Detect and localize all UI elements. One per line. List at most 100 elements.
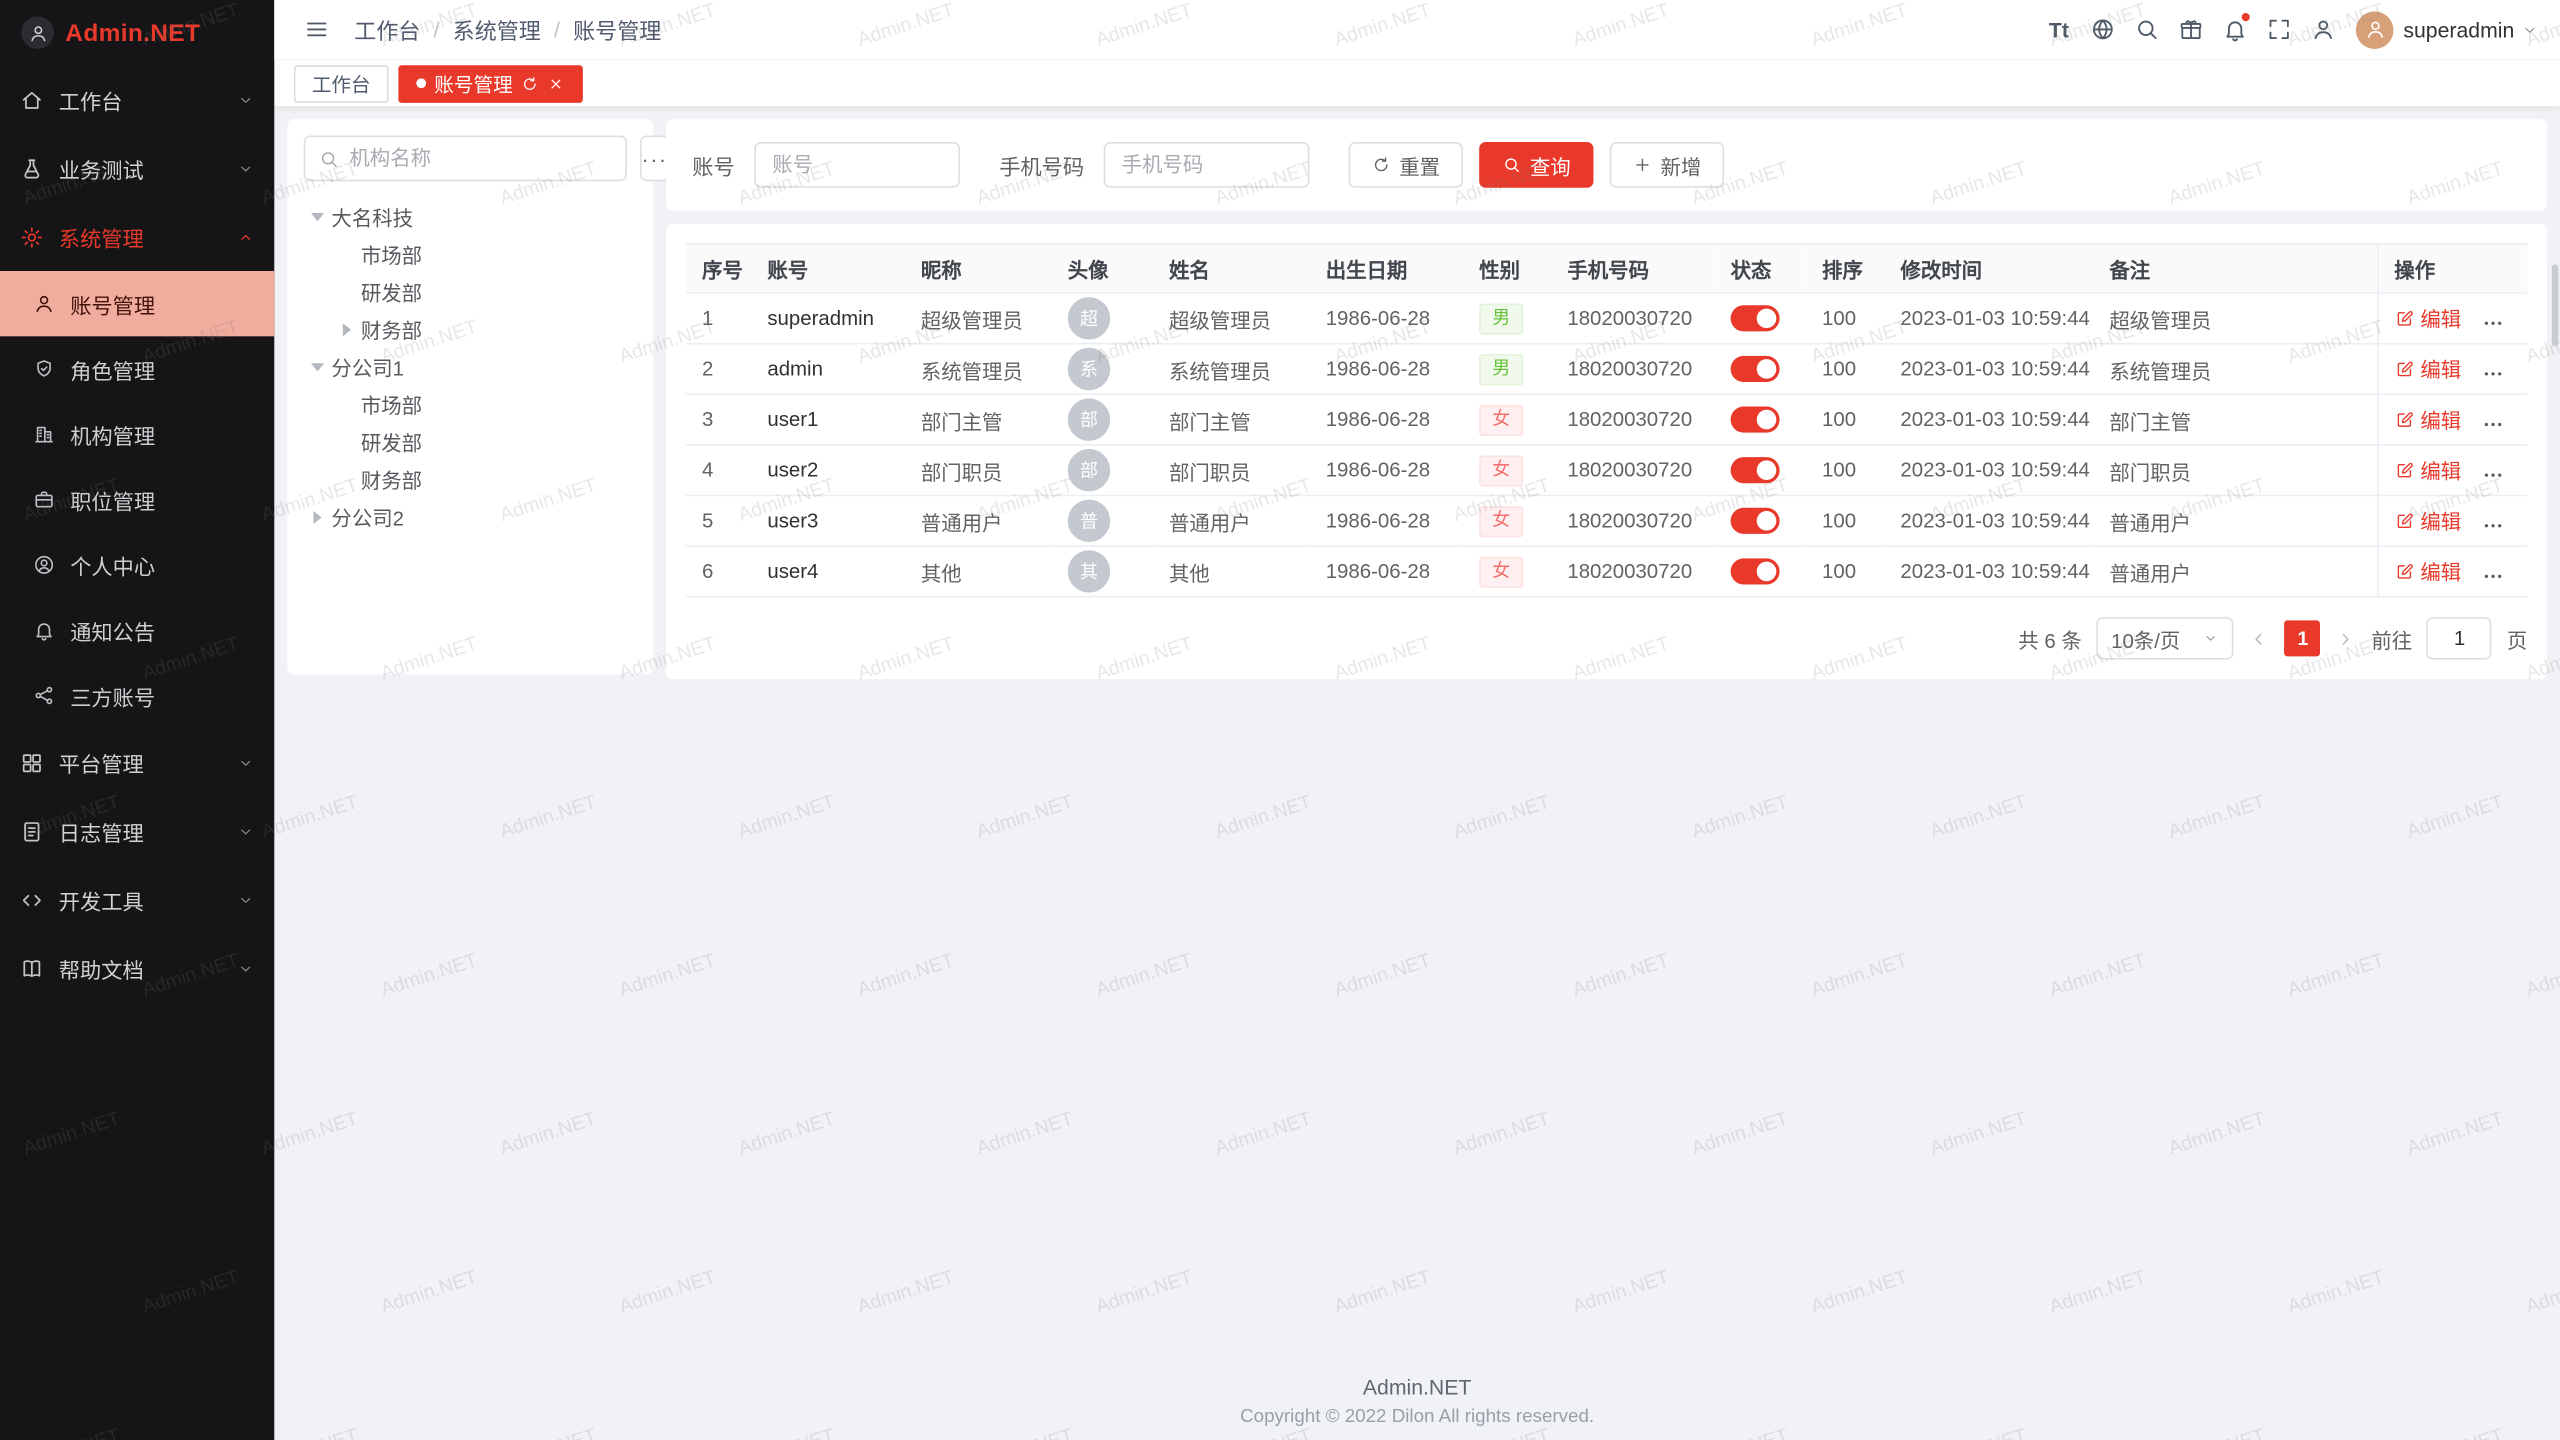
font-size-button[interactable]: Tt — [2038, 8, 2080, 50]
phone-input[interactable] — [1104, 142, 1310, 188]
goto-label: 前往 — [2371, 623, 2412, 654]
query-button[interactable]: 查询 — [1479, 142, 1593, 188]
tree-node-0[interactable]: 大名科技 — [304, 198, 637, 236]
status-toggle[interactable] — [1731, 558, 1780, 584]
edit-button[interactable]: 编辑 — [2394, 404, 2461, 435]
sidebar-subitem-role-management[interactable]: 角色管理 — [0, 336, 274, 401]
chevron-down-icon — [237, 959, 255, 977]
breadcrumb-item-workbench[interactable]: 工作台 — [354, 13, 420, 46]
chevron-down-icon — [237, 822, 255, 840]
row-more-button[interactable] — [2481, 412, 2504, 435]
edit-button[interactable]: 编辑 — [2394, 455, 2461, 486]
sidebar-item-label: 平台管理 — [59, 747, 222, 778]
tree-node-6[interactable]: 研发部 — [304, 423, 637, 461]
sidebar-item-business-test[interactable]: 业务测试 — [0, 134, 274, 203]
cell-gender: 女 — [1463, 394, 1551, 445]
search-icon-wrap — [1502, 155, 1522, 175]
tree-node-3[interactable]: 财务部 — [304, 310, 637, 348]
tree-node-1[interactable]: 市场部 — [304, 235, 637, 273]
edit-button[interactable]: 编辑 — [2394, 556, 2461, 587]
profile-button[interactable] — [2302, 8, 2344, 50]
tree-node-4[interactable]: 分公司1 — [304, 348, 637, 386]
tree-node-5[interactable]: 市场部 — [304, 385, 637, 423]
edit-button[interactable]: 编辑 — [2394, 505, 2461, 536]
notification-button[interactable] — [2214, 8, 2256, 50]
sidebar-item-system-management[interactable]: 系统管理 — [0, 202, 274, 271]
sidebar-item-label: 帮助文档 — [59, 953, 222, 984]
status-toggle[interactable] — [1731, 508, 1780, 534]
tree-node-label: 大名科技 — [331, 201, 413, 232]
row-more-button[interactable] — [2481, 362, 2504, 385]
goto-page-input[interactable] — [2427, 617, 2492, 659]
page-number-button[interactable]: 1 — [2285, 620, 2321, 656]
sidebar-item-label: 日志管理 — [59, 816, 222, 847]
sidebar-subitem-label: 账号管理 — [70, 288, 254, 319]
org-search-input[interactable] — [349, 147, 612, 170]
sidebar-subitem-position-management[interactable]: 职位管理 — [0, 467, 274, 532]
sidebar-item-platform-management[interactable]: 平台管理 — [0, 728, 274, 797]
page-size-select[interactable]: 10条/页 — [2096, 617, 2234, 659]
header-actions: Tt — [2038, 8, 2345, 50]
chevron-left-icon — [2249, 628, 2270, 649]
row-more-button[interactable] — [2481, 463, 2504, 486]
column-header-4: 姓名 — [1153, 244, 1310, 293]
tab-account-management[interactable]: 账号管理 — [398, 64, 583, 102]
org-more-button[interactable]: ··· — [640, 136, 669, 182]
font-size-icon: Tt — [2049, 17, 2069, 41]
language-button[interactable] — [2082, 8, 2124, 50]
tree-caret-icon[interactable] — [343, 322, 351, 335]
tree-node-8[interactable]: 分公司2 — [304, 498, 637, 536]
breadcrumb-item-system[interactable]: 系统管理 — [453, 13, 541, 46]
logo-text: Admin.NET — [65, 19, 200, 47]
status-toggle[interactable] — [1731, 305, 1780, 331]
account-input[interactable] — [754, 142, 960, 188]
scrollbar-thumb[interactable] — [2552, 264, 2559, 346]
sidebar-subitem-personal-center[interactable]: 个人中心 — [0, 532, 274, 597]
row-more-button[interactable] — [2481, 311, 2504, 334]
status-toggle[interactable] — [1731, 356, 1780, 382]
sidebar-subitem-account-management[interactable]: 账号管理 — [0, 271, 274, 336]
sidebar-item-workbench[interactable]: 工作台 — [0, 65, 274, 134]
collapse-menu-button[interactable] — [296, 8, 338, 50]
tree-caret-icon[interactable] — [313, 510, 321, 523]
tab-refresh-button[interactable] — [521, 74, 539, 92]
tree-caret-icon[interactable] — [311, 212, 324, 220]
avatar[interactable] — [2356, 11, 2394, 49]
tab-workbench[interactable]: 工作台 — [294, 64, 389, 102]
column-header-5: 出生日期 — [1309, 244, 1462, 293]
cell-phone: 18020030720 — [1551, 445, 1714, 496]
tree-node-7[interactable]: 财务部 — [304, 460, 637, 498]
sidebar-subitem-notice[interactable]: 通知公告 — [0, 598, 274, 663]
user-menu[interactable]: superadmin — [2403, 17, 2538, 41]
tree-caret-icon[interactable] — [311, 362, 324, 370]
chevron-down-icon — [237, 159, 255, 177]
status-toggle[interactable] — [1731, 457, 1780, 483]
menu-search-button[interactable] — [2126, 8, 2168, 50]
tree-node-2[interactable]: 研发部 — [304, 273, 637, 311]
status-toggle[interactable] — [1731, 407, 1780, 433]
next-page-button[interactable] — [2335, 628, 2356, 649]
edit-icon — [2394, 511, 2414, 531]
table-header-row: 序号账号昵称头像姓名出生日期性别手机号码状态排序修改时间备注操作 — [686, 244, 2528, 293]
tab-close-button[interactable] — [547, 74, 565, 92]
row-more-button[interactable] — [2481, 564, 2504, 587]
pagination: 共 6 条 10条/页 1 前往 页 — [686, 617, 2528, 659]
edit-button[interactable]: 编辑 — [2394, 353, 2461, 384]
page-size-value: 10条/页 — [2111, 623, 2180, 654]
edit-button[interactable]: 编辑 — [2394, 303, 2461, 334]
sidebar-subitem-org-management[interactable]: 机构管理 — [0, 402, 274, 467]
cell-birthdate: 1986-06-28 — [1309, 496, 1462, 547]
app-logo[interactable]: Admin.NET — [0, 0, 274, 65]
layout-config-button[interactable] — [2170, 8, 2212, 50]
sidebar-item-help-docs[interactable]: 帮助文档 — [0, 934, 274, 1003]
sidebar-subitem-third-party-account[interactable]: 三方账号 — [0, 663, 274, 728]
row-more-button[interactable] — [2481, 514, 2504, 537]
add-button[interactable]: 新增 — [1610, 142, 1724, 188]
fullscreen-button[interactable] — [2258, 8, 2300, 50]
sidebar-item-dev-tools[interactable]: 开发工具 — [0, 865, 274, 934]
prev-page-button[interactable] — [2249, 628, 2270, 649]
reset-button[interactable]: 重置 — [1349, 142, 1463, 188]
sidebar-item-log-management[interactable]: 日志管理 — [0, 797, 274, 866]
account-label: 账号 — [692, 149, 734, 180]
share-icon — [33, 684, 56, 707]
